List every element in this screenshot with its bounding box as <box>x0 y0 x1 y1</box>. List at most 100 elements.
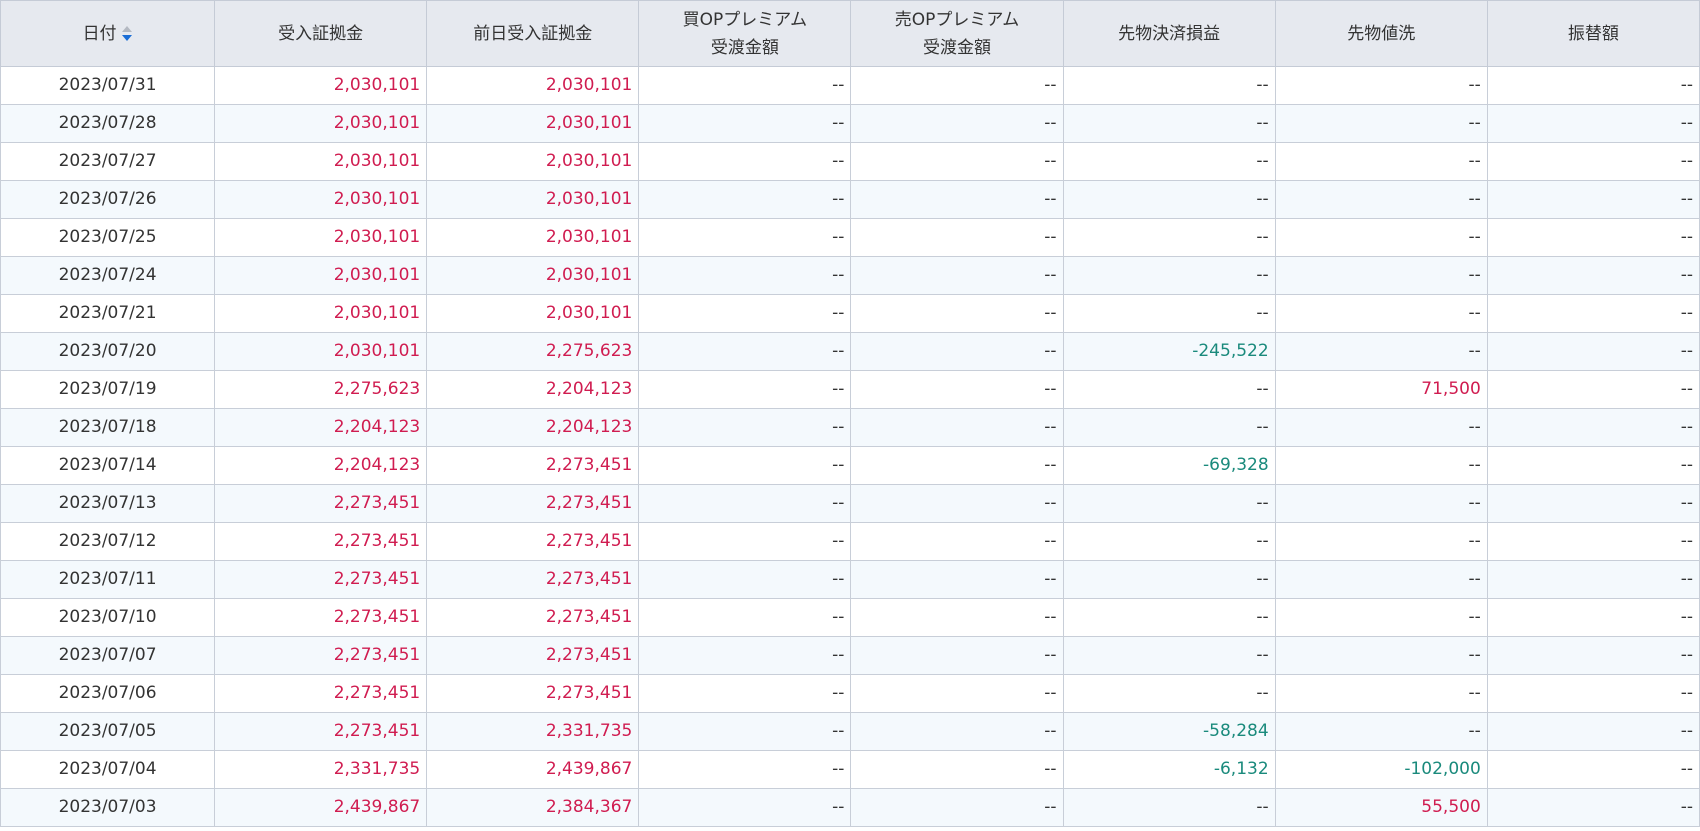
column-header-label: 売OPプレミアム 受渡金額 <box>857 6 1056 62</box>
cell-futures-settlement-pl: -- <box>1062 218 1276 257</box>
column-header-label-line: 日付 <box>82 23 117 44</box>
cell-margin-deposit: 2,030,101 <box>214 294 428 333</box>
cell-sell-op-premium: -- <box>850 256 1064 295</box>
cell-margin-deposit: 2,275,623 <box>214 370 428 409</box>
cell-previous-margin-deposit: 2,030,101 <box>426 218 640 257</box>
cell-futures-mark-to-market: -- <box>1274 484 1488 523</box>
cell-transfer-amount: -- <box>1486 712 1700 751</box>
cell-sell-op-premium: -- <box>850 484 1064 523</box>
table-row: 2023/07/25 2,030,101 2,030,101 -- -- -- -- -- <box>0 218 1700 257</box>
cell-futures-settlement-pl: -- <box>1062 788 1276 827</box>
cell-previous-margin-deposit: 2,273,451 <box>426 484 640 523</box>
cell-sell-op-premium: -- <box>850 142 1064 181</box>
cell-futures-mark-to-market: -- <box>1274 294 1488 333</box>
cell-futures-settlement-pl: -- <box>1062 180 1276 219</box>
cell-buy-op-premium: -- <box>638 218 852 257</box>
cell-buy-op-premium: -- <box>638 712 852 751</box>
cell-sell-op-premium: -- <box>850 522 1064 561</box>
cell-sell-op-premium: -- <box>850 560 1064 599</box>
cell-buy-op-premium: -- <box>638 522 852 561</box>
cell-date: 2023/07/24 <box>0 256 216 295</box>
cell-previous-margin-deposit: 2,030,101 <box>426 66 640 105</box>
margin-history-table-container: 日付 受入証拠金 前日受入証拠金 買OPプレミアム 受渡金額 売OPプレミアム 受渡金額 先物… <box>0 0 1700 827</box>
cell-margin-deposit: 2,030,101 <box>214 218 428 257</box>
cell-margin-deposit: 2,030,101 <box>214 332 428 371</box>
cell-date: 2023/07/31 <box>0 66 216 105</box>
cell-previous-margin-deposit: 2,331,735 <box>426 712 640 751</box>
cell-transfer-amount: -- <box>1486 598 1700 637</box>
column-header-label-line: 売OPプレミアム <box>894 9 1020 30</box>
table-row: 2023/07/06 2,273,451 2,273,451 -- -- -- -- -- <box>0 674 1700 713</box>
table-row: 2023/07/18 2,204,123 2,204,123 -- -- -- -- -- <box>0 408 1700 447</box>
cell-previous-margin-deposit: 2,275,623 <box>426 332 640 371</box>
cell-transfer-amount: -- <box>1486 294 1700 333</box>
cell-transfer-amount: -- <box>1486 408 1700 447</box>
cell-previous-margin-deposit: 2,030,101 <box>426 256 640 295</box>
cell-transfer-amount: -- <box>1486 446 1700 485</box>
cell-sell-op-premium: -- <box>850 750 1064 789</box>
cell-previous-margin-deposit: 2,384,367 <box>426 788 640 827</box>
cell-sell-op-premium: -- <box>850 180 1064 219</box>
column-header-label: 買OPプレミアム 受渡金額 <box>645 6 844 62</box>
cell-previous-margin-deposit: 2,273,451 <box>426 522 640 561</box>
cell-margin-deposit: 2,273,451 <box>214 598 428 637</box>
column-header-label: 先物値洗 <box>1347 24 1415 44</box>
header-row: 日付 受入証拠金 前日受入証拠金 買OPプレミアム 受渡金額 売OPプレミアム 受渡金額 先物… <box>0 0 1700 67</box>
cell-futures-settlement-pl: -- <box>1062 142 1276 181</box>
cell-transfer-amount: -- <box>1486 66 1700 105</box>
column-header-date[interactable]: 日付 <box>0 0 216 67</box>
cell-margin-deposit: 2,273,451 <box>214 636 428 675</box>
cell-futures-settlement-pl: -- <box>1062 408 1276 447</box>
cell-date: 2023/07/06 <box>0 674 216 713</box>
table-row: 2023/07/12 2,273,451 2,273,451 -- -- -- -- -- <box>0 522 1700 561</box>
cell-sell-op-premium: -- <box>850 294 1064 333</box>
column-header-previous-margin-deposit: 前日受入証拠金 <box>426 0 640 67</box>
cell-buy-op-premium: -- <box>638 294 852 333</box>
cell-transfer-amount: -- <box>1486 788 1700 827</box>
cell-previous-margin-deposit: 2,030,101 <box>426 294 640 333</box>
sort-arrows-icon[interactable] <box>121 25 133 43</box>
table-row: 2023/07/19 2,275,623 2,204,123 -- -- -- 71,500… <box>0 370 1700 409</box>
cell-futures-settlement-pl: -- <box>1062 66 1276 105</box>
cell-date: 2023/07/21 <box>0 294 216 333</box>
sort-descending-arrow-icon <box>121 34 132 41</box>
column-header-label: 前日受入証拠金 <box>473 24 592 44</box>
cell-transfer-amount: -- <box>1486 142 1700 181</box>
cell-buy-op-premium: -- <box>638 104 852 143</box>
cell-futures-mark-to-market: -- <box>1274 66 1488 105</box>
cell-futures-settlement-pl: -- <box>1062 674 1276 713</box>
cell-previous-margin-deposit: 2,030,101 <box>426 104 640 143</box>
cell-previous-margin-deposit: 2,273,451 <box>426 598 640 637</box>
table-row: 2023/07/26 2,030,101 2,030,101 -- -- -- -- -- <box>0 180 1700 219</box>
cell-buy-op-premium: -- <box>638 560 852 599</box>
table-body: 2023/07/31 2,030,101 2,030,101 -- -- -- -- -- 20… <box>0 66 1700 827</box>
cell-buy-op-premium: -- <box>638 408 852 447</box>
table-row: 2023/07/27 2,030,101 2,030,101 -- -- -- -- -- <box>0 142 1700 181</box>
cell-transfer-amount: -- <box>1486 104 1700 143</box>
cell-transfer-amount: -- <box>1486 484 1700 523</box>
table-row: 2023/07/13 2,273,451 2,273,451 -- -- -- -- -- <box>0 484 1700 523</box>
cell-buy-op-premium: -- <box>638 142 852 181</box>
column-header-label: 受入証拠金 <box>278 24 363 44</box>
table-row: 2023/07/28 2,030,101 2,030,101 -- -- -- -- -- <box>0 104 1700 143</box>
cell-futures-mark-to-market: -- <box>1274 446 1488 485</box>
table-row: 2023/07/03 2,439,867 2,384,367 -- -- -- 55,500… <box>0 788 1700 827</box>
cell-futures-settlement-pl: -- <box>1062 256 1276 295</box>
cell-date: 2023/07/12 <box>0 522 216 561</box>
cell-futures-settlement-pl: -- <box>1062 104 1276 143</box>
cell-date: 2023/07/11 <box>0 560 216 599</box>
cell-buy-op-premium: -- <box>638 788 852 827</box>
cell-sell-op-premium: -- <box>850 332 1064 371</box>
column-header-buy-op-premium: 買OPプレミアム 受渡金額 <box>638 0 852 67</box>
cell-futures-mark-to-market: -- <box>1274 104 1488 143</box>
cell-margin-deposit: 2,273,451 <box>214 560 428 599</box>
cell-margin-deposit: 2,030,101 <box>214 66 428 105</box>
cell-margin-deposit: 2,273,451 <box>214 522 428 561</box>
cell-sell-op-premium: -- <box>850 598 1064 637</box>
table-row: 2023/07/07 2,273,451 2,273,451 -- -- -- -- -- <box>0 636 1700 675</box>
cell-date: 2023/07/25 <box>0 218 216 257</box>
cell-futures-mark-to-market: -102,000 <box>1274 750 1488 789</box>
cell-sell-op-premium: -- <box>850 66 1064 105</box>
cell-buy-op-premium: -- <box>638 598 852 637</box>
cell-margin-deposit: 2,030,101 <box>214 142 428 181</box>
